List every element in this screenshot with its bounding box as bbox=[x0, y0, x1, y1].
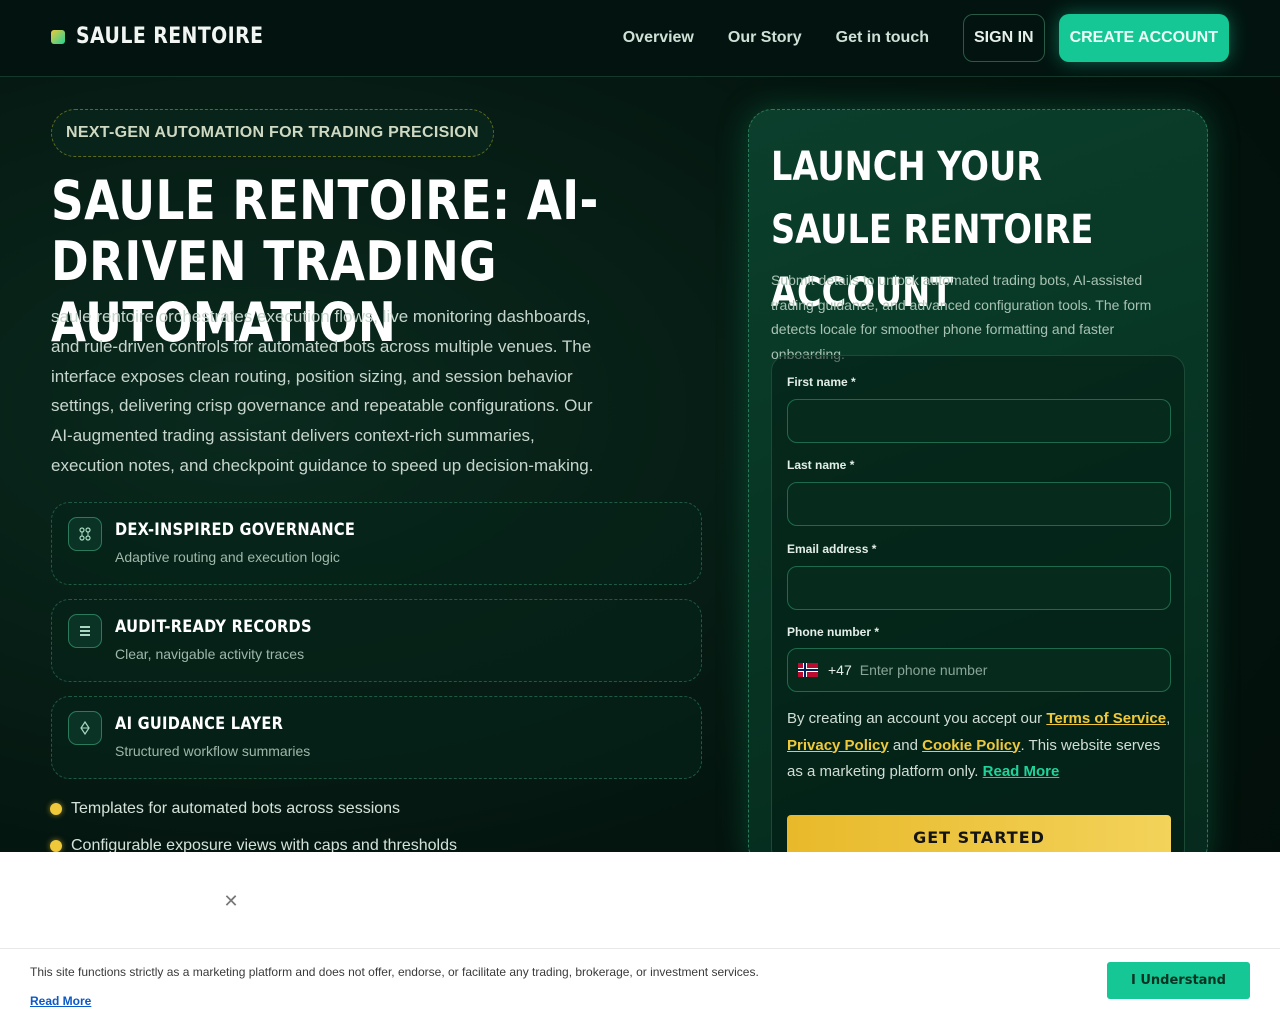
create-account-button[interactable]: CREATE ACCOUNT bbox=[1058, 14, 1229, 62]
brand-logo[interactable]: SAULE RENTOIRE bbox=[51, 24, 294, 49]
popup-overlay bbox=[0, 852, 1280, 948]
legal-prefix: By creating an account you accept our bbox=[787, 710, 1043, 727]
bullet-dot-icon bbox=[50, 803, 62, 815]
records-icon bbox=[68, 614, 102, 648]
nav-overview[interactable]: Overview bbox=[623, 29, 694, 47]
read-more-link[interactable]: Read More bbox=[983, 763, 1060, 780]
bullet-text: Templates for automated bots across sess… bbox=[71, 800, 401, 817]
legal-notice: By creating an account you accept our Te… bbox=[787, 706, 1177, 786]
cookie-policy-link[interactable]: Cookie Policy bbox=[922, 737, 1020, 754]
phone-dial-code[interactable]: +47 bbox=[828, 662, 852, 678]
terms-link[interactable]: Terms of Service bbox=[1046, 710, 1166, 727]
feature-title: AI GUIDANCE LAYER bbox=[115, 714, 284, 734]
site-header: SAULE RENTOIRE Overview Our Story Get in… bbox=[0, 0, 1280, 77]
email-label: Email address * bbox=[787, 542, 877, 556]
brand-name: SAULE RENTOIRE bbox=[76, 24, 264, 49]
phone-label: Phone number * bbox=[787, 625, 880, 639]
norway-flag-icon[interactable] bbox=[798, 663, 818, 677]
signup-description: Submit details to unlock automated tradi… bbox=[771, 272, 1152, 362]
main-nav: Overview Our Story Get in touch SIGN IN … bbox=[623, 14, 1229, 62]
phone-field: +47 bbox=[787, 648, 1171, 692]
legal-comma: , bbox=[1166, 710, 1171, 727]
feature-card-ai-guidance: AI GUIDANCE LAYER Structured workflow su… bbox=[51, 696, 702, 779]
cookie-read-more-link[interactable]: Read More bbox=[30, 994, 91, 1008]
close-icon[interactable]: ✕ bbox=[222, 892, 240, 910]
hero-badge: NEXT-GEN AUTOMATION FOR TRADING PRECISIO… bbox=[51, 109, 494, 157]
feature-title: AUDIT-READY RECORDS bbox=[115, 617, 312, 637]
bullet-item: Templates for automated bots across sess… bbox=[50, 800, 400, 818]
feature-subtitle: Structured workflow summaries bbox=[115, 743, 311, 759]
feature-card-governance: DEX-INSPIRED GOVERNANCE Adaptive routing… bbox=[51, 502, 702, 585]
cookie-text: This site functions strictly as a market… bbox=[30, 965, 759, 979]
phone-input[interactable] bbox=[859, 650, 1170, 690]
first-name-label: First name * bbox=[787, 375, 856, 389]
feature-subtitle: Adaptive routing and execution logic bbox=[115, 549, 340, 565]
signup-card: LAUNCH YOUR SAULE RENTOIRE ACCOUNT Submi… bbox=[748, 109, 1208, 869]
logo-mark-icon bbox=[51, 29, 65, 44]
feature-card-records: AUDIT-READY RECORDS Clear, navigable act… bbox=[51, 599, 702, 682]
hero-description: saule rentoire orchestrates execution fl… bbox=[51, 307, 594, 475]
nav-get-in-touch[interactable]: Get in touch bbox=[836, 29, 929, 47]
last-name-field[interactable] bbox=[787, 482, 1171, 526]
bullet-dot-icon bbox=[50, 840, 62, 852]
cookie-banner: This site functions strictly as a market… bbox=[0, 948, 1280, 1024]
nav-our-story[interactable]: Our Story bbox=[728, 29, 802, 47]
signup-form: First name * Last name * Email address *… bbox=[771, 355, 1185, 865]
email-field[interactable] bbox=[787, 566, 1171, 610]
diamond-icon bbox=[68, 711, 102, 745]
privacy-link[interactable]: Privacy Policy bbox=[787, 737, 889, 754]
sign-in-button[interactable]: SIGN IN bbox=[963, 14, 1045, 62]
nodes-icon bbox=[68, 517, 102, 551]
feature-subtitle: Clear, navigable activity traces bbox=[115, 646, 305, 662]
understand-button[interactable]: I Understand bbox=[1107, 962, 1250, 999]
legal-and: and bbox=[892, 736, 918, 754]
first-name-field[interactable] bbox=[787, 399, 1171, 443]
last-name-label: Last name * bbox=[787, 458, 855, 472]
feature-title: DEX-INSPIRED GOVERNANCE bbox=[115, 520, 356, 540]
